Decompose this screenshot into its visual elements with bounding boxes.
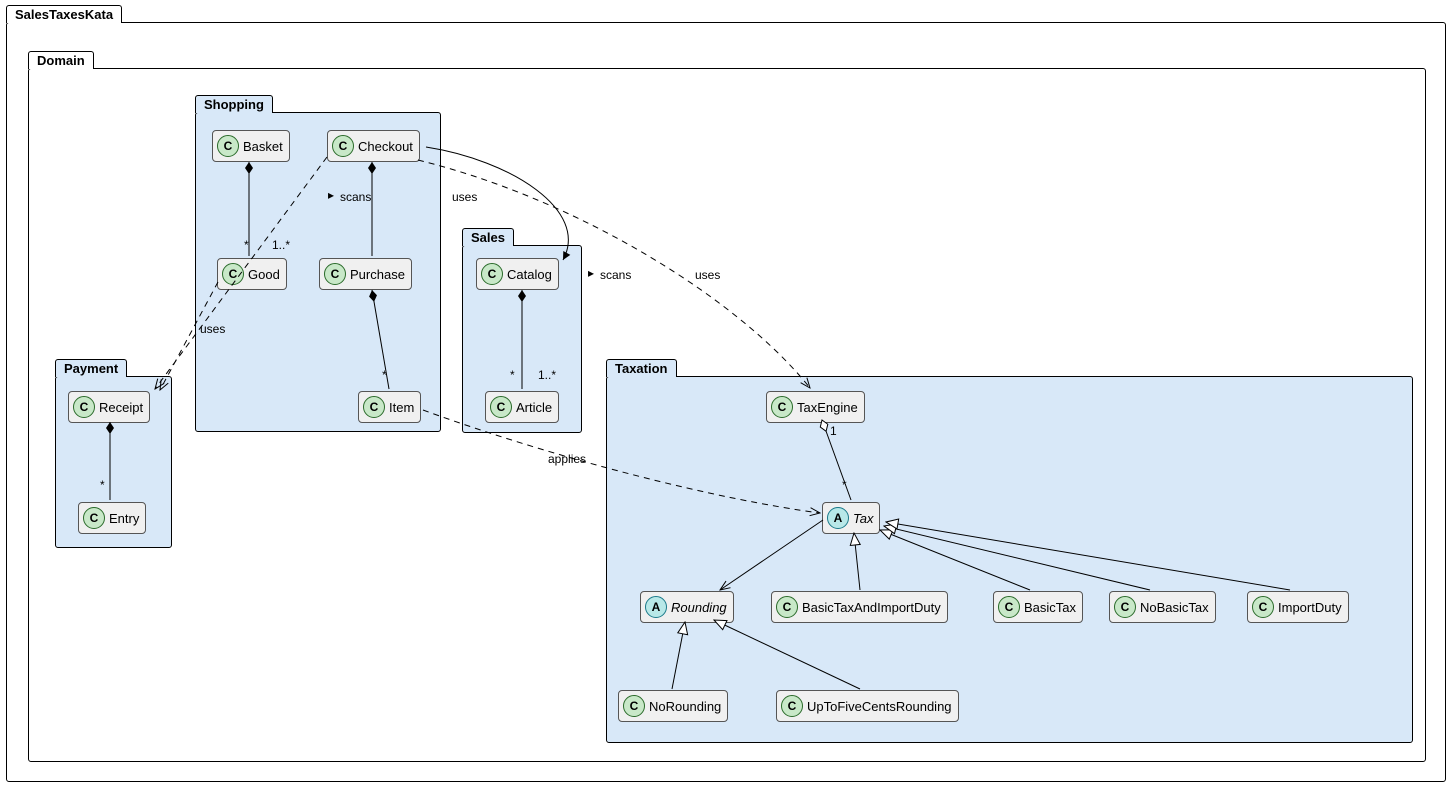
class-icon: C <box>1252 596 1274 618</box>
rel-scans2: scans <box>600 268 631 282</box>
class-icon: C <box>1114 596 1136 618</box>
mult-star3: * <box>510 368 515 382</box>
package-domain-tab: Domain <box>28 51 94 69</box>
class-good: CGood <box>217 258 287 290</box>
mult-1s1: 1..* <box>272 238 290 252</box>
class-importduty: CImportDuty <box>1247 591 1349 623</box>
class-tax: ATax <box>822 502 880 534</box>
package-taxation-tab: Taxation <box>606 359 677 377</box>
class-icon: C <box>83 507 105 529</box>
rel-uses3: uses <box>200 322 225 336</box>
abstract-icon: A <box>827 507 849 529</box>
class-icon: C <box>771 396 793 418</box>
class-norounding: CNoRounding <box>618 690 728 722</box>
class-icon: C <box>324 263 346 285</box>
abstract-icon: A <box>645 596 667 618</box>
class-icon: C <box>332 135 354 157</box>
class-icon: C <box>363 396 385 418</box>
rel-applies: applies <box>548 452 586 466</box>
package-shopping-tab: Shopping <box>195 95 273 113</box>
class-nobasictax: CNoBasicTax <box>1109 591 1216 623</box>
class-icon: C <box>73 396 95 418</box>
class-icon: C <box>217 135 239 157</box>
rel-uses1: uses <box>452 190 477 204</box>
class-upto: CUpToFiveCentsRounding <box>776 690 959 722</box>
class-icon: C <box>481 263 503 285</box>
package-payment-tab: Payment <box>55 359 127 377</box>
rel-scans-tri: ▸ <box>328 188 334 202</box>
class-basket: CBasket <box>212 130 290 162</box>
diagram-root: SalesTaxesKata Domain Shopping CBasket C… <box>0 0 1451 788</box>
class-icon: C <box>781 695 803 717</box>
mult-star5: * <box>842 478 847 492</box>
package-root-tab: SalesTaxesKata <box>6 5 122 23</box>
package-sales-tab: Sales <box>462 228 514 246</box>
class-basictax: CBasicTax <box>993 591 1083 623</box>
class-icon: C <box>222 263 244 285</box>
rel-scans2-tri: ▸ <box>588 266 594 280</box>
class-checkout: CCheckout <box>327 130 420 162</box>
class-icon: C <box>998 596 1020 618</box>
class-catalog: CCatalog <box>476 258 559 290</box>
class-entry: CEntry <box>78 502 146 534</box>
package-taxation: Taxation <box>606 376 1413 743</box>
mult-star2: * <box>382 368 387 382</box>
class-taxengine: CTaxEngine <box>766 391 865 423</box>
class-icon: C <box>776 596 798 618</box>
class-article: CArticle <box>485 391 559 423</box>
class-receipt: CReceipt <box>68 391 150 423</box>
mult-star1: * <box>244 238 249 252</box>
class-rounding: ARounding <box>640 591 734 623</box>
rel-scans1: scans <box>340 190 371 204</box>
class-item: CItem <box>358 391 421 423</box>
mult-one: 1 <box>830 424 837 438</box>
mult-1s2: 1..* <box>538 368 556 382</box>
rel-uses2: uses <box>695 268 720 282</box>
mult-star4: * <box>100 478 105 492</box>
class-icon: C <box>623 695 645 717</box>
class-icon: C <box>490 396 512 418</box>
class-basictaxandimportduty: CBasicTaxAndImportDuty <box>771 591 948 623</box>
class-purchase: CPurchase <box>319 258 412 290</box>
